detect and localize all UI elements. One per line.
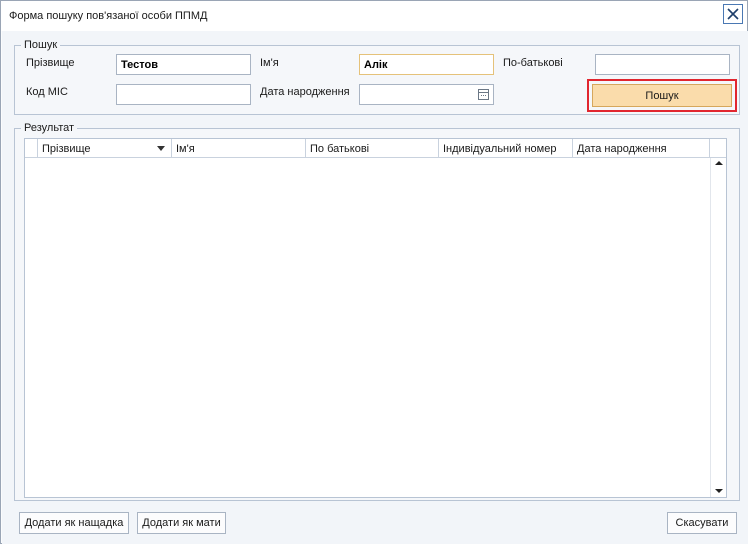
add-as-child-button[interactable]: Додати як нащадка (19, 512, 129, 534)
name-label: Ім'я (260, 57, 279, 69)
search-button[interactable]: Пошук (592, 84, 732, 107)
dialog-window: Форма пошуку пов'язаної особи ППМД Пошук… (0, 0, 748, 544)
result-grid[interactable]: Прізвище Ім'я По батькові Індивідуальний… (24, 138, 727, 498)
close-icon (727, 8, 739, 20)
cancel-button[interactable]: Скасувати (667, 512, 737, 534)
surname-input[interactable] (116, 54, 251, 75)
surname-label: Прізвище (26, 57, 75, 69)
dropdown-arrow-icon[interactable] (157, 146, 165, 151)
vertical-scrollbar[interactable] (710, 158, 726, 497)
column-header-label: Дата народження (577, 143, 667, 155)
window-title: Форма пошуку пов'язаної особи ППМД (9, 10, 208, 22)
column-header-birthdate[interactable]: Дата народження (573, 139, 710, 158)
column-header-surname[interactable]: Прізвище (38, 139, 172, 158)
add-as-mother-button[interactable]: Додати як мати (137, 512, 226, 534)
scroll-down-icon[interactable] (715, 489, 723, 493)
birthdate-label: Дата народження (260, 86, 350, 98)
patronymic-input[interactable] (595, 54, 730, 75)
search-group-legend: Пошук (24, 39, 58, 51)
name-input[interactable] (359, 54, 494, 75)
column-header-label: По батькові (310, 143, 370, 155)
column-header-label: Ім'я (176, 143, 195, 155)
birthdate-picker[interactable] (359, 84, 494, 105)
column-header-individual-number[interactable]: Індивідуальний номер (439, 139, 573, 158)
patronymic-label: По-батькові (503, 57, 563, 69)
title-bar: Форма пошуку пов'язаної особи ППМД (1, 1, 747, 31)
search-button-highlight: Пошук (587, 79, 737, 112)
close-button[interactable] (723, 4, 743, 24)
column-header-name[interactable]: Ім'я (172, 139, 306, 158)
row-indicator-header (25, 139, 38, 158)
column-header-label: Прізвище (42, 143, 91, 155)
grid-header: Прізвище Ім'я По батькові Індивідуальний… (25, 139, 726, 158)
dialog-content: Пошук Прізвище Ім'я По-батькові Код МІС … (2, 31, 748, 544)
column-header-patronymic[interactable]: По батькові (306, 139, 439, 158)
result-group-legend: Результат (24, 122, 75, 134)
scroll-up-icon[interactable] (715, 161, 723, 165)
calendar-icon[interactable] (478, 89, 489, 100)
column-header-label: Індивідуальний номер (443, 143, 557, 155)
mis-code-input[interactable] (116, 84, 251, 105)
mis-code-label: Код МІС (26, 86, 68, 98)
